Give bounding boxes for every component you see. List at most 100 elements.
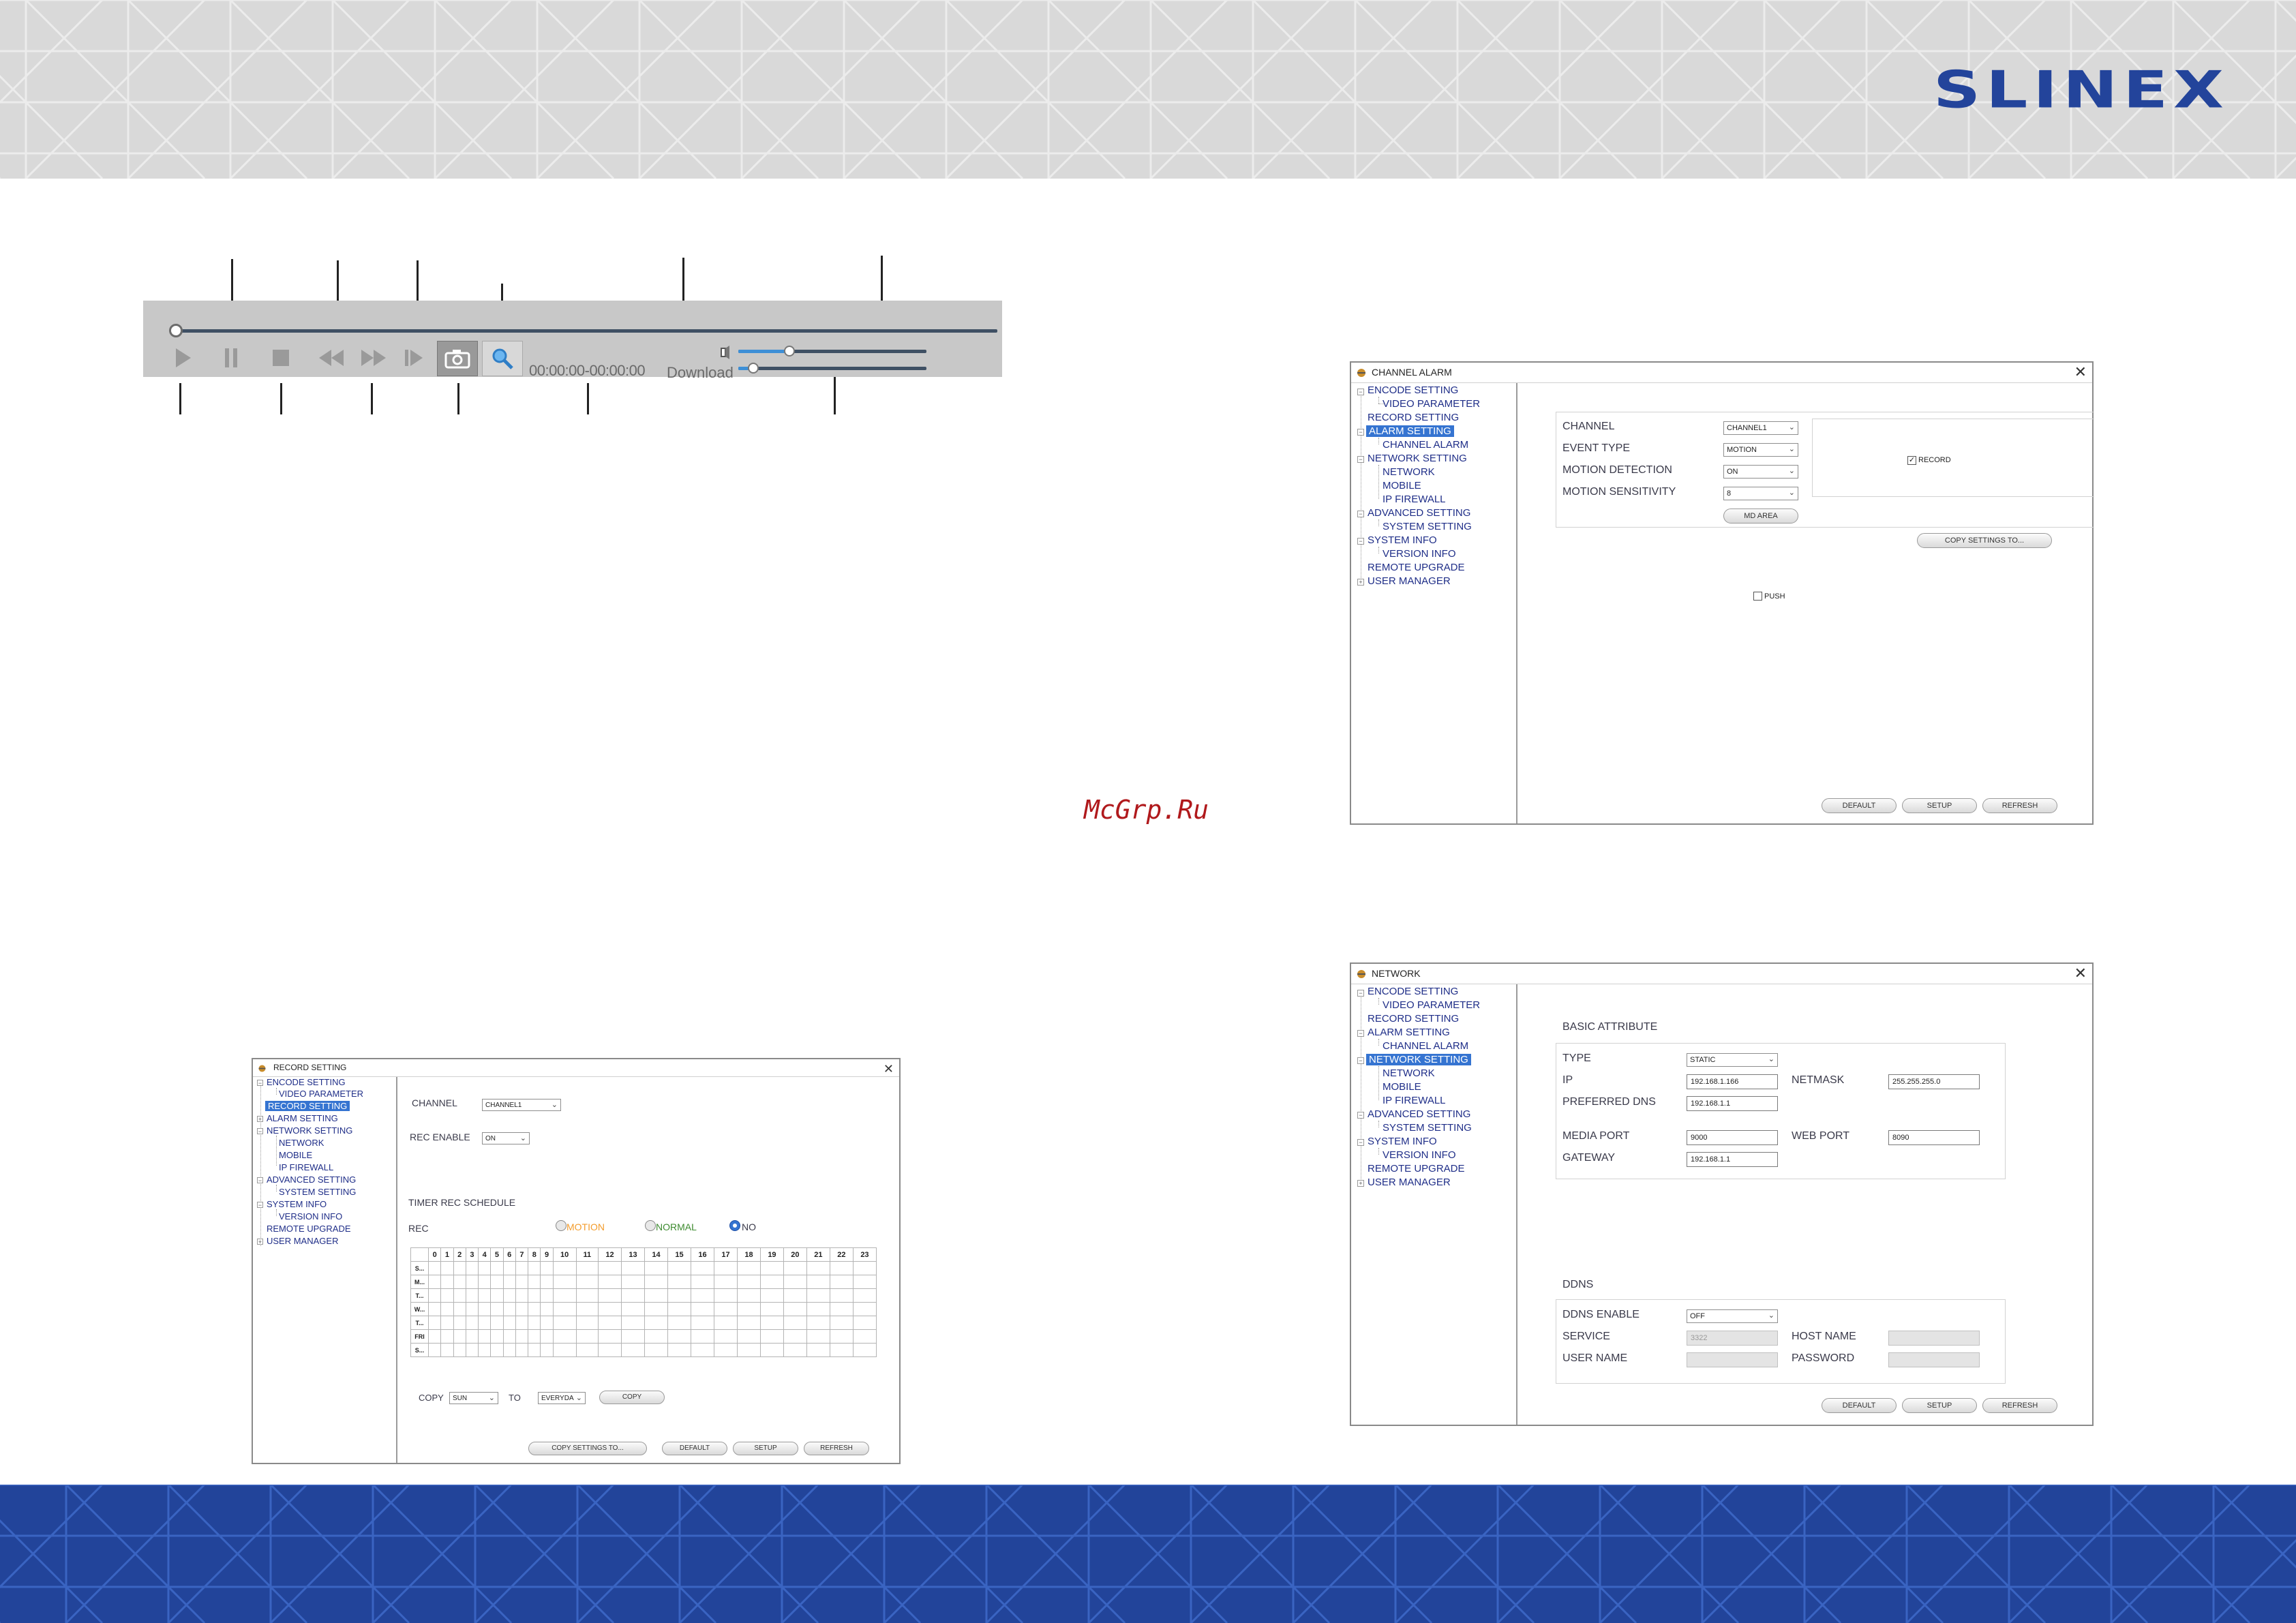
schedule-cell[interactable]: [552, 1288, 577, 1303]
schedule-cell[interactable]: [759, 1329, 784, 1344]
schedule-cell[interactable]: [552, 1261, 577, 1275]
schedule-cell[interactable]: [490, 1329, 504, 1344]
setup-button[interactable]: SETUP: [1902, 798, 1977, 813]
digital-zoom-button[interactable]: [482, 341, 523, 376]
tree-alarm-setting[interactable]: ALARM SETTING: [1366, 425, 1454, 437]
playback-speed-slider[interactable]: [738, 363, 926, 374]
schedule-cell[interactable]: [465, 1302, 479, 1316]
schedule-cell[interactable]: [806, 1343, 830, 1357]
tree-advanced-setting[interactable]: ADVANCED SETTING: [1368, 507, 1470, 519]
schedule-cell[interactable]: [453, 1302, 466, 1316]
schedule-cell[interactable]: [478, 1329, 492, 1344]
schedule-cell[interactable]: [736, 1329, 761, 1344]
schedule-cell[interactable]: [806, 1261, 830, 1275]
schedule-cell[interactable]: [736, 1316, 761, 1330]
copy-button[interactable]: COPY: [599, 1391, 665, 1404]
copy-settings-button[interactable]: COPY SETTINGS TO...: [1917, 533, 2052, 548]
schedule-cell[interactable]: [644, 1316, 669, 1330]
tree-system-info[interactable]: SYSTEM INFO: [267, 1199, 327, 1209]
schedule-cell[interactable]: [736, 1288, 761, 1303]
schedule-cell[interactable]: [621, 1288, 646, 1303]
type-select[interactable]: STATIC ⌄: [1687, 1053, 1778, 1067]
schedule-cell[interactable]: [621, 1302, 646, 1316]
motion-detection-select[interactable]: ON ⌄: [1723, 465, 1798, 479]
schedule-cell[interactable]: [829, 1302, 854, 1316]
schedule-cell[interactable]: [440, 1261, 454, 1275]
tree-remote-upgrade[interactable]: REMOTE UPGRADE: [267, 1224, 351, 1234]
tree-advanced-setting[interactable]: ADVANCED SETTING: [267, 1174, 356, 1185]
play-icon[interactable]: [165, 343, 199, 373]
schedule-cell[interactable]: [621, 1343, 646, 1357]
schedule-cell[interactable]: [502, 1302, 516, 1316]
schedule-cell[interactable]: [713, 1275, 738, 1289]
tree-version-info[interactable]: VERSION INFO: [1383, 548, 1456, 560]
schedule-cell[interactable]: [621, 1329, 646, 1344]
schedule-cell[interactable]: [598, 1329, 622, 1344]
schedule-cell[interactable]: [829, 1275, 854, 1289]
default-button[interactable]: DEFAULT: [1822, 1398, 1897, 1413]
schedule-cell[interactable]: [691, 1275, 714, 1289]
schedule-cell[interactable]: [598, 1261, 622, 1275]
schedule-cell[interactable]: [502, 1329, 516, 1344]
motion-sensitivity-select[interactable]: 8 ⌄: [1723, 487, 1798, 500]
schedule-cell[interactable]: [575, 1261, 599, 1275]
schedule-cell[interactable]: [515, 1329, 529, 1344]
default-button[interactable]: DEFAULT: [1822, 798, 1897, 813]
schedule-cell[interactable]: [713, 1343, 738, 1357]
copy-settings-button[interactable]: COPY SETTINGS TO...: [528, 1442, 647, 1455]
schedule-cell[interactable]: [440, 1316, 454, 1330]
tree-ip-firewall[interactable]: IP FIREWALL: [1383, 494, 1446, 505]
schedule-cell[interactable]: [552, 1329, 577, 1344]
schedule-cell[interactable]: [528, 1329, 541, 1344]
schedule-cell[interactable]: [528, 1261, 541, 1275]
schedule-cell[interactable]: [829, 1343, 854, 1357]
schedule-cell[interactable]: [759, 1316, 784, 1330]
schedule-cell[interactable]: [667, 1343, 691, 1357]
schedule-cell[interactable]: [691, 1302, 714, 1316]
schedule-cell[interactable]: [667, 1302, 691, 1316]
schedule-cell[interactable]: [440, 1288, 454, 1303]
schedule-cell[interactable]: [453, 1275, 466, 1289]
close-icon[interactable]: ✕: [2074, 965, 2087, 982]
schedule-cell[interactable]: [440, 1343, 454, 1357]
schedule-cell[interactable]: [621, 1275, 646, 1289]
schedule-cell[interactable]: [667, 1288, 691, 1303]
tree-system-info[interactable]: SYSTEM INFO: [1368, 534, 1437, 546]
schedule-cell[interactable]: [644, 1288, 669, 1303]
tree-ip-firewall[interactable]: IP FIREWALL: [279, 1162, 333, 1172]
download-link[interactable]: Download: [667, 364, 734, 382]
schedule-cell[interactable]: [490, 1261, 504, 1275]
schedule-cell[interactable]: [540, 1261, 554, 1275]
schedule-cell[interactable]: [759, 1288, 784, 1303]
tree-mobile[interactable]: MOBILE: [1383, 480, 1421, 491]
schedule-cell[interactable]: [478, 1302, 492, 1316]
step-forward-icon[interactable]: [397, 343, 431, 373]
schedule-cell[interactable]: [575, 1343, 599, 1357]
schedule-cell[interactable]: [465, 1288, 479, 1303]
tree-network-setting[interactable]: NETWORK SETTING: [1366, 1054, 1471, 1065]
schedule-cell[interactable]: [427, 1316, 442, 1330]
schedule-cell[interactable]: [490, 1316, 504, 1330]
schedule-cell[interactable]: [540, 1288, 554, 1303]
copy-from-select[interactable]: SUN ⌄: [449, 1392, 498, 1404]
normal-radio[interactable]: [645, 1220, 656, 1231]
schedule-cell[interactable]: [575, 1329, 599, 1344]
schedule-cell[interactable]: [691, 1261, 714, 1275]
seek-bar[interactable]: [176, 329, 997, 333]
tree-version-info[interactable]: VERSION INFO: [279, 1211, 342, 1222]
tree-channel-alarm[interactable]: CHANNEL ALARM: [1383, 439, 1468, 451]
tree-ip-firewall[interactable]: IP FIREWALL: [1383, 1095, 1446, 1106]
schedule-cell[interactable]: [644, 1261, 669, 1275]
schedule-cell[interactable]: [453, 1261, 466, 1275]
schedule-cell[interactable]: [691, 1288, 714, 1303]
schedule-cell[interactable]: [575, 1288, 599, 1303]
schedule-cell[interactable]: [478, 1343, 492, 1357]
pause-icon[interactable]: [214, 343, 248, 373]
schedule-cell[interactable]: [528, 1288, 541, 1303]
schedule-cell[interactable]: [713, 1316, 738, 1330]
tree-encode-setting[interactable]: ENCODE SETTING: [1368, 986, 1458, 997]
motion-radio[interactable]: [556, 1220, 567, 1231]
schedule-cell[interactable]: [515, 1343, 529, 1357]
rewind-icon[interactable]: [315, 343, 349, 373]
schedule-cell[interactable]: [465, 1275, 479, 1289]
